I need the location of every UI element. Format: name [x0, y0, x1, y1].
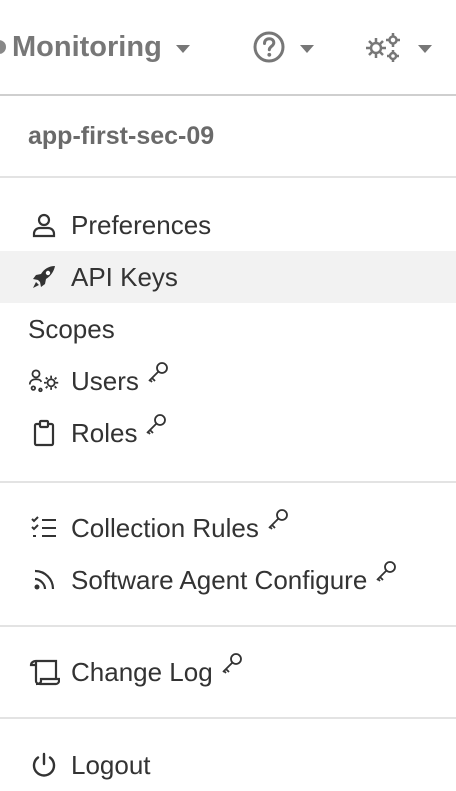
menu-item-logout[interactable]: Logout — [0, 739, 456, 791]
menu-item-api-keys[interactable]: API Keys — [0, 251, 456, 303]
clipboard-icon — [28, 417, 60, 449]
menu-item-label: Software Agent Configure — [71, 564, 368, 595]
changelog-section: Change Log — [0, 627, 456, 719]
menu-item-collection-rules[interactable]: Collection Rules — [0, 502, 456, 554]
rocket-icon — [28, 261, 60, 293]
caret-down-icon — [300, 45, 314, 53]
admin-key-icon — [221, 652, 243, 674]
menu-item-scopes[interactable]: Scopes — [0, 303, 456, 355]
caret-down-icon — [175, 45, 190, 53]
brand-label: Monitoring — [12, 30, 162, 63]
admin-key-icon — [145, 413, 167, 435]
menu-item-label: Change Log — [71, 656, 213, 687]
top-navbar: Monitoring — [0, 0, 456, 96]
account-links-section: Preferences API Keys Scopes Users Roles — [0, 178, 456, 483]
settings-dropdown[interactable] — [362, 0, 432, 94]
menu-item-label: Collection Rules — [71, 512, 259, 543]
admin-key-icon — [375, 560, 397, 582]
menu-item-software-agent-configure[interactable]: Software Agent Configure — [0, 554, 456, 606]
settings-dropdown-menu: app-first-sec-09 Preferences API Keys Sc… — [0, 96, 456, 791]
power-icon — [28, 749, 60, 781]
menu-item-users[interactable]: Users — [0, 355, 456, 407]
user-icon — [28, 209, 60, 241]
list-check-icon — [28, 512, 60, 544]
menu-item-label: Scopes — [28, 313, 115, 344]
rss-icon — [28, 564, 60, 596]
brand-logo-icon — [0, 40, 6, 54]
users-gear-icon — [28, 365, 60, 397]
menu-item-preferences[interactable]: Preferences — [0, 199, 456, 251]
help-dropdown[interactable] — [252, 0, 314, 94]
admin-key-icon — [267, 508, 289, 530]
scroll-icon — [28, 656, 60, 688]
menu-item-label: Logout — [71, 749, 151, 780]
logout-section: Logout — [0, 719, 456, 791]
menu-item-roles[interactable]: Roles — [0, 407, 456, 459]
menu-item-label: Preferences — [71, 209, 212, 240]
configuration-section: Collection Rules Software Agent Configur… — [0, 483, 456, 627]
menu-item-label: Roles — [71, 417, 138, 448]
caret-down-icon — [418, 45, 432, 53]
gears-icon — [362, 30, 404, 64]
question-circle-icon — [252, 30, 286, 64]
username-header: app-first-sec-09 — [0, 96, 456, 178]
menu-item-label: API Keys — [71, 261, 178, 292]
admin-key-icon — [147, 361, 169, 383]
menu-item-change-log[interactable]: Change Log — [0, 646, 456, 698]
menu-item-label: Users — [71, 365, 139, 396]
brand-dropdown[interactable]: Monitoring — [0, 0, 190, 94]
